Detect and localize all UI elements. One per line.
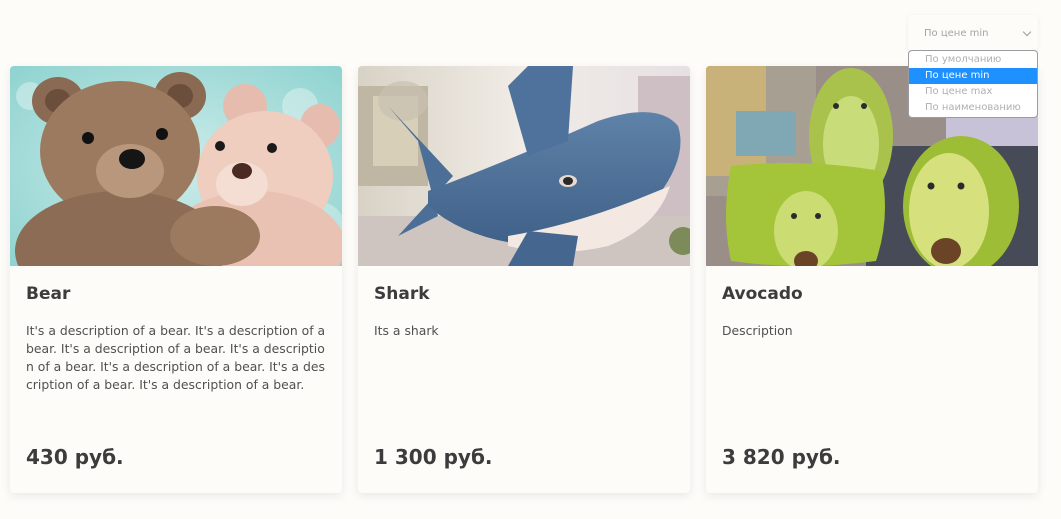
product-price: 3 820 руб. (722, 445, 841, 469)
sort-select[interactable]: По цене min (908, 15, 1038, 51)
product-description: It's a description of a bear. It's a des… (26, 323, 326, 392)
product-card-avocado[interactable]: Avocado Description 3 820 руб. (706, 66, 1038, 493)
product-image-shark[interactable] (358, 66, 690, 266)
sort-option-name[interactable]: По наименованию (909, 100, 1037, 116)
sort-option-price-max[interactable]: По цене max (909, 84, 1037, 100)
bear-image (10, 66, 342, 266)
product-title: Shark (374, 284, 430, 304)
product-description: Its a shark (374, 323, 439, 338)
sort-select-value: По цене min (924, 27, 989, 39)
chevron-down-icon (1022, 27, 1032, 37)
product-price: 430 руб. (26, 445, 124, 469)
product-title: Avocado (722, 284, 803, 304)
sort-option-price-min[interactable]: По цене min (909, 68, 1037, 84)
product-image-bear[interactable] (10, 66, 342, 266)
sort-options-list: По умолчанию По цене min По цене max По … (908, 50, 1038, 118)
product-title: Bear (26, 284, 71, 304)
product-price: 1 300 руб. (374, 445, 493, 469)
product-card-shark[interactable]: Shark Its a shark 1 300 руб. (358, 66, 690, 493)
product-description: Description (722, 323, 793, 338)
product-card-bear[interactable]: Bear It's a description of a bear. It's … (10, 66, 342, 493)
shark-image (358, 66, 690, 266)
sort-option-default[interactable]: По умолчанию (909, 52, 1037, 68)
